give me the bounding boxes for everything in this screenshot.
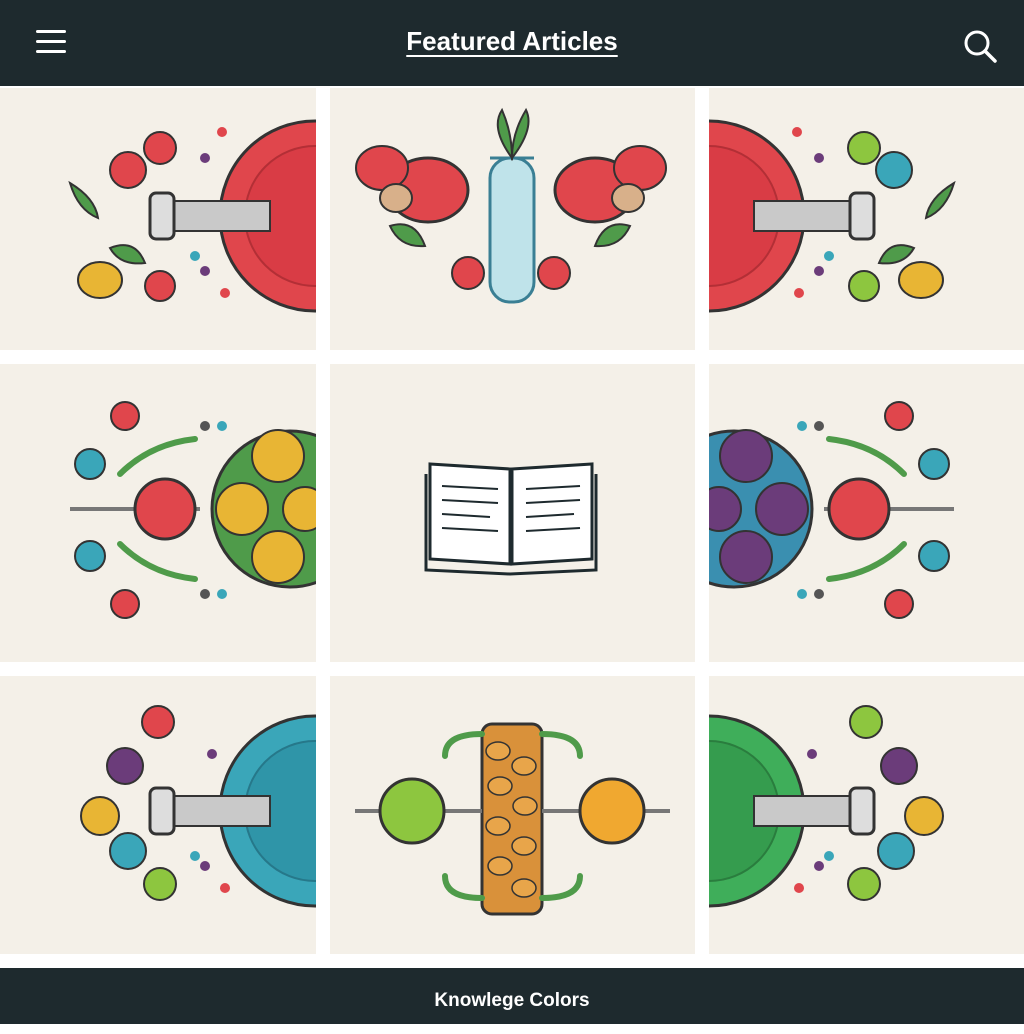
article-grid: [0, 86, 1024, 968]
article-card-3[interactable]: [709, 88, 1024, 350]
top-app-bar: Featured Articles: [0, 0, 1024, 86]
molecule-with-purple-cells-icon: [709, 401, 954, 619]
molecule-with-yellow-cells-icon: [70, 401, 316, 619]
flask-with-green-liquid-icon: [709, 705, 944, 908]
flask-with-blue-liquid-icon: [80, 705, 316, 908]
article-card-5[interactable]: [330, 364, 695, 662]
seed-column-with-spheres-icon: [355, 722, 670, 916]
article-card-1[interactable]: [0, 88, 316, 350]
article-card-4[interactable]: [0, 364, 316, 662]
article-card-8[interactable]: [330, 676, 695, 954]
search-icon[interactable]: [960, 26, 1000, 66]
footer-text: Knowlege Colors: [434, 990, 590, 1011]
article-card-7[interactable]: [0, 676, 316, 954]
flask-with-red-fruits-mirrored-icon: [709, 119, 956, 313]
footer-bar: Knowlege Colors: [0, 968, 1024, 1024]
article-card-2[interactable]: [330, 88, 695, 350]
article-card-6[interactable]: [709, 364, 1024, 662]
article-card-9[interactable]: [709, 676, 1024, 954]
page-title[interactable]: Featured Articles: [0, 26, 1024, 57]
test-tube-with-vegetables-icon: [355, 107, 667, 304]
flask-with-red-fruits-icon: [68, 119, 316, 313]
open-book-icon: [424, 462, 598, 576]
